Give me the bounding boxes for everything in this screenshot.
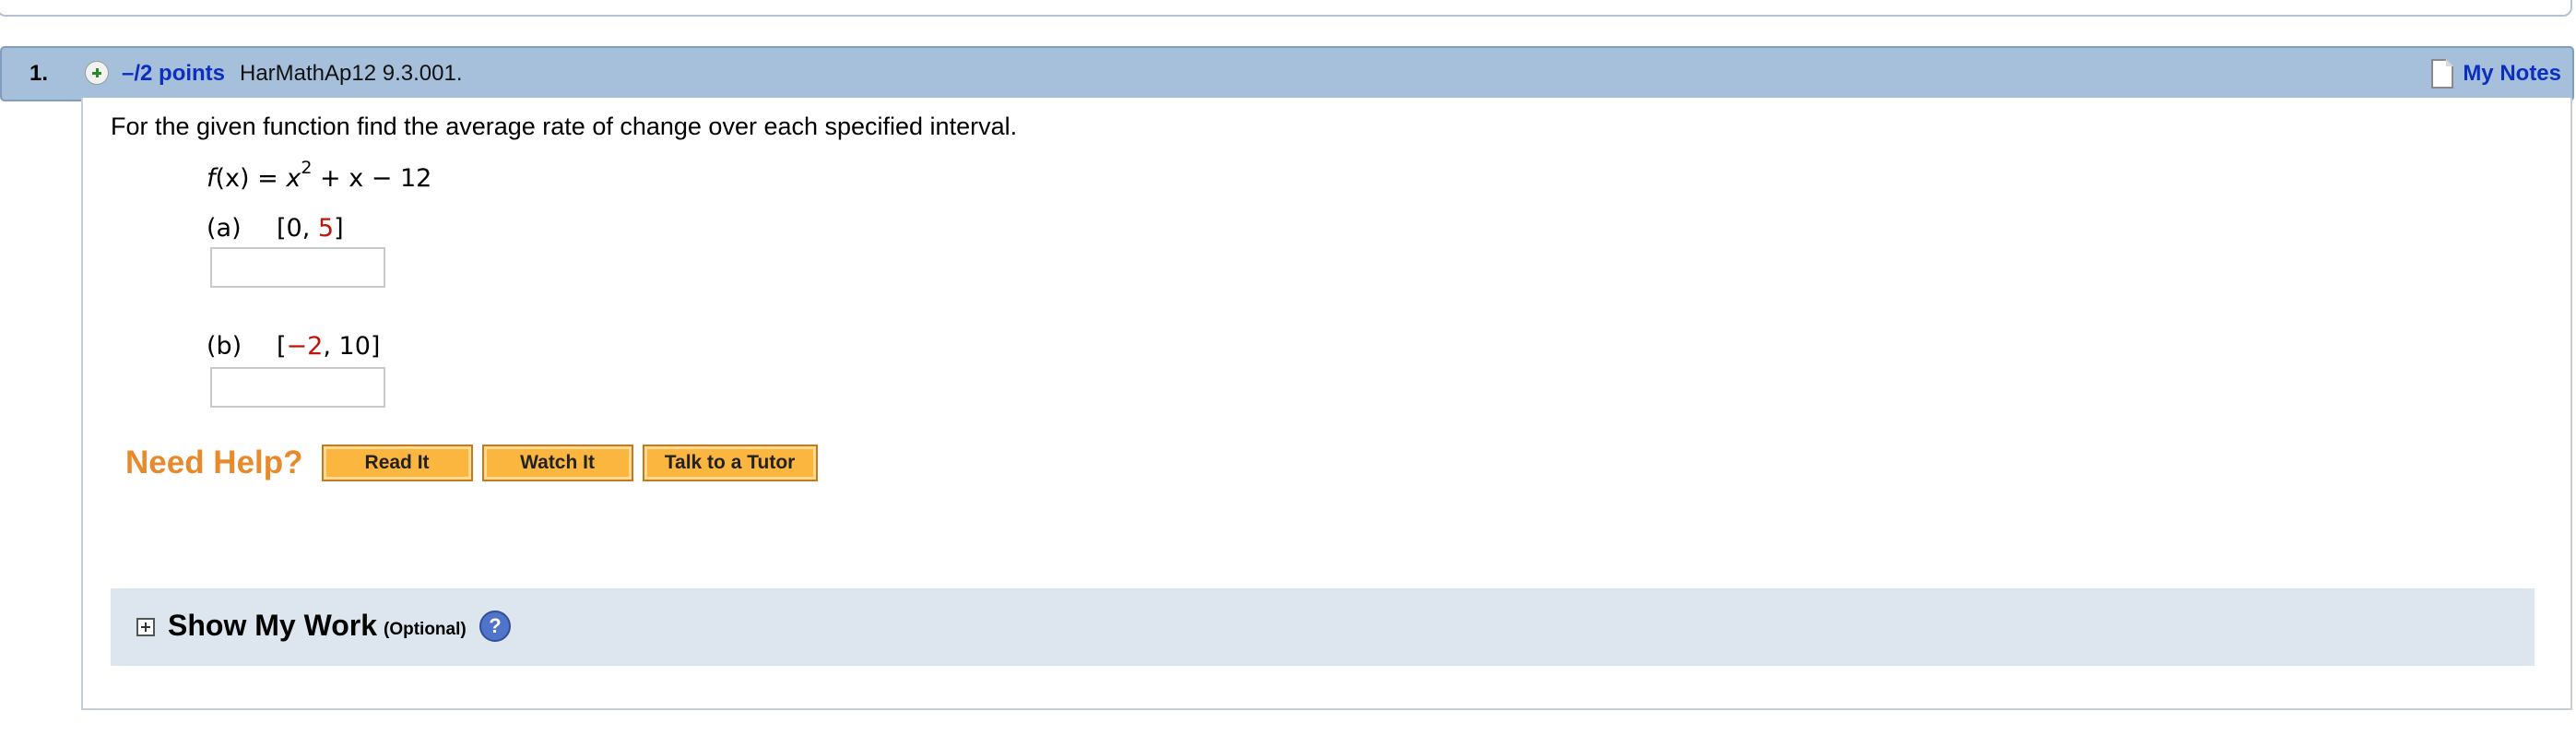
question-id: HarMathAp12 9.3.001. <box>240 61 463 86</box>
show-my-work-title[interactable]: Show My Work <box>168 609 377 643</box>
show-my-work-panel: Show My Work (Optional) ? <box>111 588 2535 666</box>
function-rest: + x − 12 <box>312 164 432 193</box>
question-prompt: For the given function find the average … <box>111 113 1018 140</box>
document-icon <box>2431 59 2454 89</box>
my-notes-button[interactable]: My Notes <box>2431 57 2561 90</box>
question-header: 1. –/2 points HarMathAp12 9.3.001. My No… <box>0 46 2574 101</box>
watch-it-button[interactable]: Watch It <box>481 445 633 481</box>
function-expression: f(x) = x2 + x − 12 <box>207 160 432 194</box>
talk-to-tutor-button[interactable]: Talk to a Tutor <box>642 445 818 481</box>
function-name: f <box>207 164 216 193</box>
question-number: 1. <box>30 61 49 86</box>
function-exponent: 2 <box>301 158 313 178</box>
answer-a-input[interactable] <box>210 247 385 288</box>
part-b-red-value: −2 <box>286 332 324 361</box>
need-help-bar: Need Help? Read It Watch It Talk to a Tu… <box>125 445 827 481</box>
answer-b-input[interactable] <box>210 367 385 408</box>
part-b: (b) [−2, 10] <box>207 332 380 361</box>
part-a-open: [0, <box>277 214 318 243</box>
my-notes-label: My Notes <box>2463 61 2561 86</box>
read-it-button[interactable]: Read It <box>321 445 473 481</box>
function-var: x <box>286 164 301 193</box>
part-a: (a) [0, 5] <box>207 214 344 243</box>
previous-question-box <box>0 0 2572 17</box>
question-circle-icon[interactable]: ? <box>479 611 511 642</box>
question-body: For the given function find the average … <box>81 98 2572 710</box>
part-b-label: (b) <box>207 332 242 361</box>
need-help-label: Need Help? <box>125 445 303 480</box>
part-b-open: [ <box>277 332 287 361</box>
plus-square-icon[interactable] <box>136 618 155 636</box>
part-b-close: , 10] <box>323 332 381 361</box>
plus-circle-icon[interactable] <box>85 61 109 85</box>
part-a-close: ] <box>334 214 344 243</box>
points-label: –/2 points <box>122 61 226 86</box>
function-arg: (x) = <box>215 164 287 193</box>
part-a-red-value: 5 <box>317 214 335 243</box>
optional-label: (Optional) <box>384 620 467 639</box>
part-a-label: (a) <box>207 214 242 243</box>
